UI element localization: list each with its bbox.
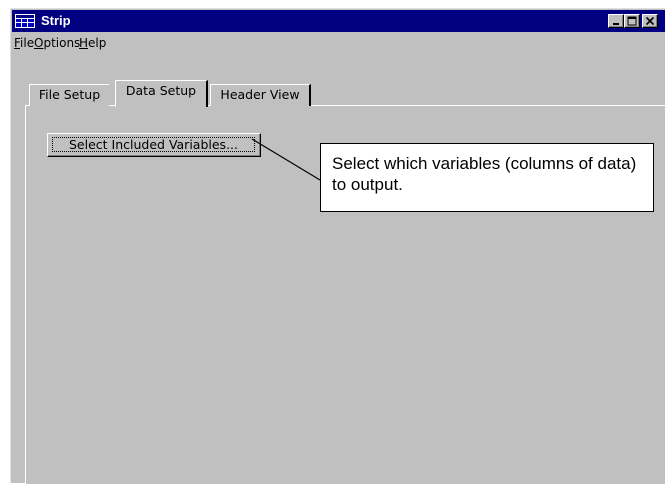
menu-bar: File Options Help	[12, 32, 665, 54]
callout-annotation: Select which variables (columns of data)…	[320, 143, 654, 212]
window-title: Strip	[41, 13, 71, 28]
minimize-icon	[613, 23, 619, 25]
close-button[interactable]	[642, 14, 658, 28]
select-included-variables-button[interactable]: Select Included Variables...	[47, 133, 261, 157]
app-window: Strip File Options Help File Setup Data …	[10, 8, 665, 484]
menu-help-label: elp	[88, 36, 107, 50]
title-bar[interactable]: Strip	[12, 10, 665, 32]
menu-help[interactable]: Help	[79, 36, 106, 51]
menu-file-label: ile	[20, 36, 35, 50]
tab-header-view[interactable]: Header View	[210, 84, 311, 106]
menu-help-mnemonic: H	[79, 36, 89, 50]
tab-file-setup[interactable]: File Setup	[29, 84, 109, 106]
maximize-icon	[627, 16, 637, 26]
select-included-variables-label: Select Included Variables...	[52, 137, 255, 152]
app-grid-icon[interactable]	[15, 14, 35, 28]
menu-options[interactable]: Options	[34, 36, 80, 51]
maximize-button[interactable]	[624, 14, 640, 28]
menu-options-label: ptions	[43, 36, 81, 50]
tab-data-setup[interactable]: Data Setup	[115, 80, 208, 107]
menu-file[interactable]: File	[14, 36, 34, 51]
close-icon	[645, 16, 655, 26]
minimize-button[interactable]	[608, 14, 624, 28]
